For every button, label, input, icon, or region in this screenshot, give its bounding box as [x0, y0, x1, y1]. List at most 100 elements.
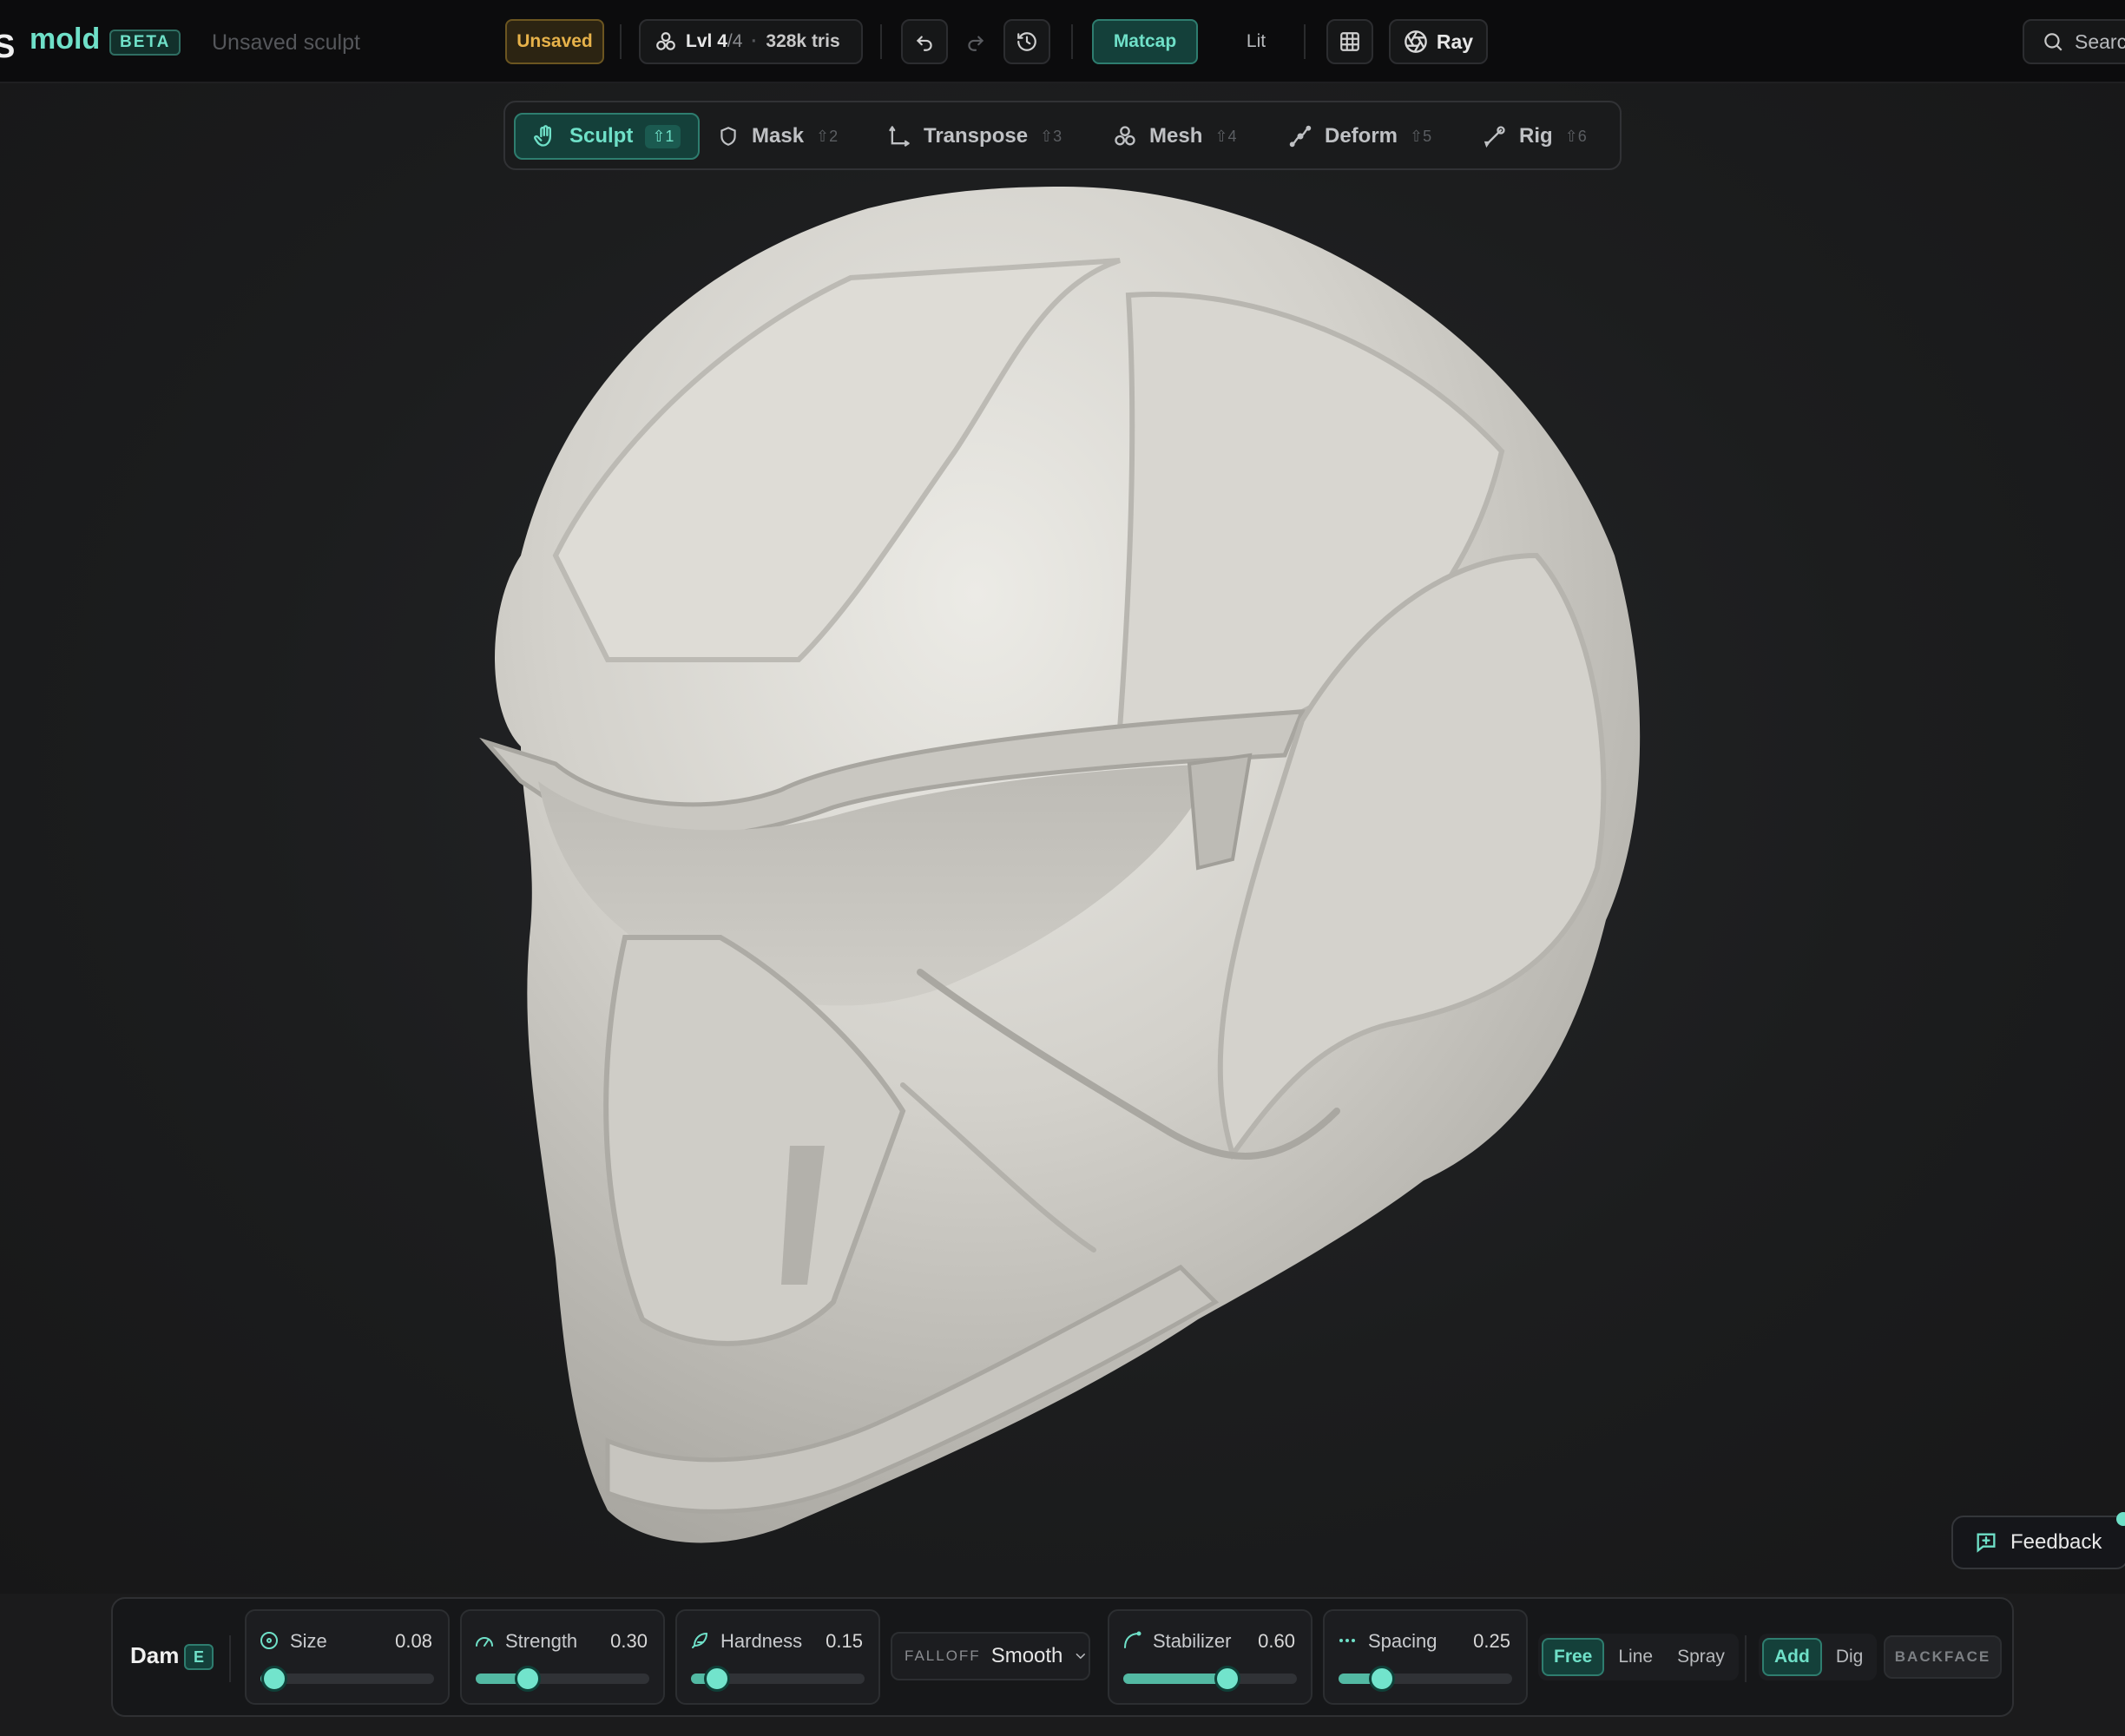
mode-shortcut: ⇧1 — [645, 124, 681, 148]
curve-icon — [1124, 1631, 1141, 1648]
stabilizer-slider-thumb[interactable] — [1214, 1666, 1240, 1692]
mode-label: Mesh — [1149, 124, 1203, 148]
bone-icon — [1484, 126, 1505, 148]
toolbar-divider — [1071, 24, 1073, 59]
mesh-icon — [1115, 126, 1135, 146]
lit-shading-button[interactable]: Lit — [1226, 19, 1286, 64]
aperture-icon — [1405, 30, 1427, 53]
feedback-button[interactable]: Feedback — [1951, 1512, 2125, 1569]
brush-shortcut: E — [184, 1644, 214, 1670]
stroke-mode-spray[interactable]: Spray — [1667, 1638, 1735, 1676]
brush-divider — [229, 1635, 231, 1682]
direction-add[interactable]: Add — [1762, 1638, 1822, 1676]
backface-toggle[interactable]: BACKFACE — [1884, 1635, 2002, 1679]
redo-icon — [968, 36, 984, 51]
mesh-level-indicator[interactable]: Lvl 4/4 · 328k tris — [639, 19, 863, 64]
mode-sculpt[interactable]: Sculpt ⇧1 — [514, 113, 701, 160]
mode-label: Deform — [1325, 124, 1398, 148]
mode-shortcut: ⇧3 — [1040, 127, 1062, 145]
redo-button[interactable] — [953, 19, 998, 64]
strength-slider[interactable] — [476, 1666, 649, 1692]
unsaved-status-badge[interactable]: Unsaved — [505, 19, 604, 64]
level-label: Lvl 4/4 — [686, 31, 743, 51]
history-button[interactable] — [1003, 19, 1050, 64]
stabilizer-label: Stabilizer — [1153, 1630, 1232, 1652]
mode-transpose[interactable]: Transpose ⇧3 — [887, 113, 1062, 160]
feedback-icon — [1977, 1533, 1996, 1553]
mode-mask[interactable]: Mask ⇧2 — [717, 113, 838, 160]
strength-label: Strength — [505, 1630, 578, 1652]
mode-rig[interactable]: Rig ⇧6 — [1483, 113, 1587, 160]
matcap-shading-button[interactable]: Matcap — [1092, 19, 1198, 64]
stabilizer-control: Stabilizer 0.60 — [1108, 1609, 1312, 1705]
brush-settings-bar: Dam E Size 0.08 Strength 0.30 Hardness 0… — [111, 1597, 2014, 1717]
falloff-label: FALLOFF — [905, 1647, 981, 1664]
mode-shortcut: ⇧6 — [1564, 127, 1587, 145]
stabilizer-value[interactable]: 0.60 — [1258, 1630, 1295, 1653]
notification-dot — [2116, 1512, 2125, 1526]
app-logo[interactable]: mold — [30, 23, 100, 56]
mode-shortcut: ⇧5 — [1410, 127, 1432, 145]
spacing-slider-thumb[interactable] — [1369, 1666, 1395, 1692]
mode-label: Sculpt — [569, 124, 634, 148]
grid-icon — [1340, 32, 1359, 51]
toolbar-divider — [620, 24, 622, 59]
size-control: Size 0.08 — [245, 1609, 450, 1705]
gauge-icon — [476, 1637, 493, 1647]
hardness-label: Hardness — [720, 1630, 803, 1652]
strength-value[interactable]: 0.30 — [610, 1630, 648, 1653]
deform-icon — [1289, 125, 1312, 148]
hardness-control: Hardness 0.15 — [675, 1609, 880, 1705]
feedback-label: Feedback — [2010, 1530, 2102, 1554]
undo-button[interactable] — [901, 19, 948, 64]
toolbar-divider — [880, 24, 882, 59]
search-button[interactable]: Search — [2023, 19, 2125, 64]
hardness-value[interactable]: 0.15 — [826, 1630, 863, 1653]
mode-shortcut: ⇧4 — [1214, 127, 1237, 145]
mode-shortcut: ⇧2 — [816, 127, 839, 145]
helmet-sculpt-model[interactable] — [0, 83, 2125, 1594]
stroke-mode-group: Free Line Spray — [1538, 1634, 1739, 1680]
mode-deform[interactable]: Deform ⇧5 — [1288, 113, 1431, 160]
mode-mesh[interactable]: Mesh ⇧4 — [1113, 113, 1236, 160]
search-icon — [2044, 33, 2062, 51]
logo-glyph: S — [0, 28, 16, 65]
history-icon — [1017, 32, 1036, 51]
mode-label: Rig — [1519, 124, 1553, 148]
strength-slider-thumb[interactable] — [515, 1666, 541, 1692]
stabilizer-slider-fill — [1123, 1674, 1227, 1684]
hardness-slider-thumb[interactable] — [704, 1666, 730, 1692]
spacing-label: Spacing — [1368, 1630, 1438, 1652]
level-total: /4 — [727, 31, 743, 51]
beta-badge: BETA — [109, 30, 181, 56]
spacing-slider[interactable] — [1339, 1666, 1512, 1692]
document-title[interactable]: Unsaved sculpt — [212, 30, 360, 56]
undo-icon — [916, 36, 932, 51]
hardness-slider[interactable] — [691, 1666, 865, 1692]
level-separator: · — [751, 31, 758, 51]
size-slider-thumb[interactable] — [261, 1666, 287, 1692]
stabilizer-slider[interactable] — [1123, 1666, 1297, 1692]
direction-dig[interactable]: Dig — [1826, 1638, 1874, 1676]
size-icon — [260, 1632, 278, 1649]
brush-divider — [1745, 1635, 1747, 1682]
dots-icon — [1339, 1639, 1355, 1642]
ray-label: Ray — [1436, 30, 1474, 53]
falloff-dropdown[interactable]: FALLOFF Smooth — [891, 1632, 1090, 1680]
ray-render-button[interactable]: Ray — [1389, 19, 1488, 64]
size-value[interactable]: 0.08 — [395, 1630, 432, 1653]
mode-label: Transpose — [924, 124, 1029, 148]
search-label: Search — [2075, 30, 2125, 53]
stroke-mode-line[interactable]: Line — [1608, 1638, 1663, 1676]
feather-icon — [692, 1633, 707, 1648]
stroke-mode-free[interactable]: Free — [1542, 1638, 1605, 1676]
size-slider[interactable] — [260, 1666, 434, 1692]
strength-control: Strength 0.30 — [460, 1609, 665, 1705]
spacing-value[interactable]: 0.25 — [1473, 1630, 1510, 1653]
grid-toggle-button[interactable] — [1326, 19, 1373, 64]
top-bar: S mold BETA Unsaved sculpt Unsaved Lvl 4… — [0, 0, 2125, 83]
triangle-count: 328k tris — [766, 31, 840, 51]
brush-name[interactable]: Dam — [130, 1642, 179, 1669]
sculpt-viewport[interactable] — [0, 83, 2125, 1594]
spacing-control: Spacing 0.25 — [1323, 1609, 1528, 1705]
